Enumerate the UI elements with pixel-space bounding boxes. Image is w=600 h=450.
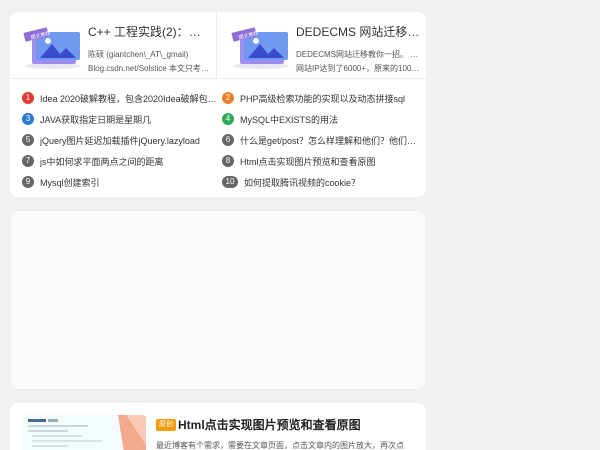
article-card[interactable]: 原创 Html点击实现图片预览和查看原图 最近博客有个需求，需要在文章页面，点击… bbox=[10, 403, 426, 450]
hot-list-link[interactable]: Mysql创建索引 bbox=[40, 176, 100, 189]
featured-title[interactable]: C++ 工程实践(2)：不要重… bbox=[88, 24, 210, 40]
hot-list-item[interactable]: 2 PHP高级检索功能的实现以及动态拼接sql bbox=[222, 90, 418, 106]
original-badge: 原创 bbox=[156, 419, 176, 431]
hot-list-link[interactable]: 什么是get/post？怎么样理解和他们？他们之… bbox=[240, 134, 418, 147]
hot-list-link[interactable]: Idea 2020破解教程，包含2020Idea破解包下… bbox=[40, 92, 218, 105]
image-placeholder-icon: 图文推荐 bbox=[231, 27, 289, 69]
hot-list-link[interactable]: MySQL中EXISTS的用法 bbox=[240, 113, 338, 126]
empty-placeholder-card bbox=[10, 210, 426, 390]
hot-list-item[interactable]: 1 Idea 2020破解教程，包含2020Idea破解包下… bbox=[22, 90, 218, 106]
featured-item-1[interactable]: 图文推荐 C++ 工程实践(2)：不要重… 陈硕 (giantchen\_AT\… bbox=[10, 12, 217, 79]
rank-number: 8 bbox=[222, 155, 234, 167]
rank-number: 1 bbox=[22, 92, 34, 104]
hot-list-item[interactable]: 4 MySQL中EXISTS的用法 bbox=[222, 111, 418, 127]
recommend-card: 图文推荐 C++ 工程实践(2)：不要重… 陈硕 (giantchen\_AT\… bbox=[10, 12, 426, 197]
featured-desc: 网站IP达到了6000+，原来的100M… bbox=[296, 64, 420, 73]
rank-number: 5 bbox=[22, 134, 34, 146]
code-screenshot-thumbnail[interactable] bbox=[22, 415, 146, 450]
hot-list-link[interactable]: PHP高级检索功能的实现以及动态拼接sql bbox=[240, 92, 405, 105]
hot-list-item[interactable]: 6 什么是get/post？怎么样理解和他们？他们之… bbox=[222, 132, 418, 148]
rank-number: 4 bbox=[222, 113, 234, 125]
hot-list-link[interactable]: js中如何求平面两点之间的距离 bbox=[40, 155, 164, 168]
featured-item-2[interactable]: 图文推荐 DEDECMS 网站迁移教你… DEDECMS网站迁移教你一招。 今天… bbox=[218, 12, 426, 79]
rank-number: 6 bbox=[222, 134, 234, 146]
featured-desc: Blog.csdn.net/Solstice 本文只考虑… bbox=[88, 64, 210, 73]
article-title[interactable]: Html点击实现图片预览和查看原图 bbox=[178, 416, 361, 433]
hot-list-link[interactable]: Html点击实现图片预览和查看原图 bbox=[240, 155, 376, 168]
rank-number: 9 bbox=[22, 176, 34, 188]
hot-list-item[interactable]: 10 如何提取腾讯视频的cookie？ bbox=[222, 174, 418, 190]
hot-list-link[interactable]: jQuery图片延迟加载插件jQuery.lazyload bbox=[40, 134, 200, 147]
featured-desc: 陈硕 (giantchen\_AT\_gmail) bbox=[88, 50, 189, 59]
rank-number: 7 bbox=[22, 155, 34, 167]
hot-list-link[interactable]: 如何提取腾讯视频的cookie？ bbox=[244, 176, 360, 189]
hot-list-item[interactable]: 8 Html点击实现图片预览和查看原图 bbox=[222, 153, 418, 169]
hot-list-item[interactable]: 9 Mysql创建索引 bbox=[22, 174, 218, 190]
featured-title[interactable]: DEDECMS 网站迁移教你… bbox=[296, 24, 420, 40]
article-excerpt: 最近博客有个需求，需要在文章页面，点击文章内的图片放大，再次点 bbox=[156, 441, 404, 450]
hot-list-item[interactable]: 5 jQuery图片延迟加载插件jQuery.lazyload bbox=[22, 132, 218, 148]
hot-list-link[interactable]: JAVA获取指定日期是星期几 bbox=[40, 113, 151, 126]
featured-desc: DEDECMS网站迁移教你一招。 今天 bbox=[296, 50, 420, 59]
rank-number: 2 bbox=[222, 92, 234, 104]
hot-list-item[interactable]: 7 js中如何求平面两点之间的距离 bbox=[22, 153, 218, 169]
image-placeholder-icon: 图文推荐 bbox=[23, 27, 81, 69]
rank-number: 3 bbox=[22, 113, 34, 125]
hot-list-item[interactable]: 3 JAVA获取指定日期是星期几 bbox=[22, 111, 218, 127]
featured-row: 图文推荐 C++ 工程实践(2)：不要重… 陈硕 (giantchen\_AT\… bbox=[10, 12, 426, 79]
rank-number: 10 bbox=[222, 176, 238, 188]
